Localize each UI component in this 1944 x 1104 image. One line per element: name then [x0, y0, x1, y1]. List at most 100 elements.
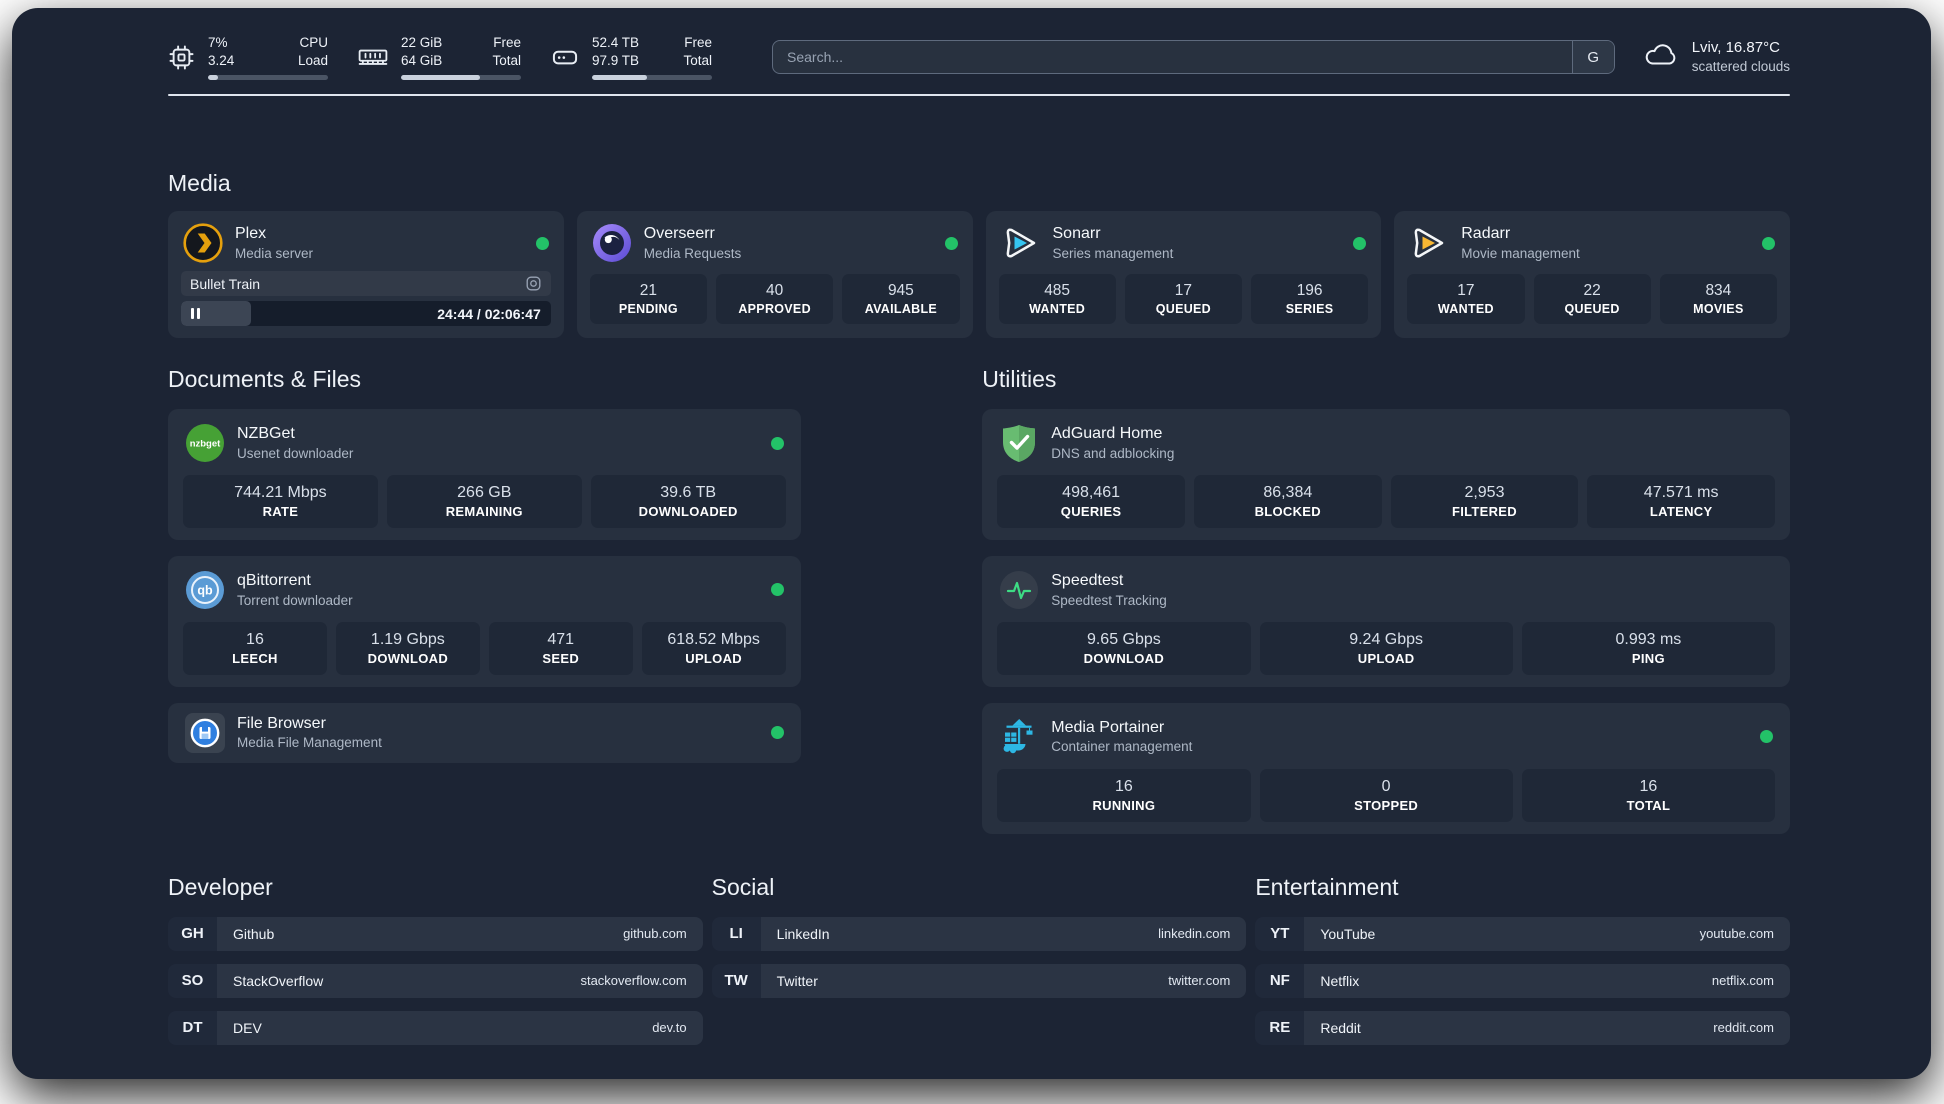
qbittorrent-icon: qb [185, 570, 225, 610]
app-description: Torrent downloader [237, 592, 353, 608]
section-title-entertainment: Entertainment [1255, 873, 1399, 900]
section-title-media: Media [168, 170, 231, 196]
app-card-filebrowser[interactable]: File Browser Media File Management [168, 702, 801, 763]
section-title-developer: Developer [168, 873, 273, 900]
link-tag: YT [1255, 916, 1305, 951]
status-dot [770, 726, 784, 740]
link-name: Github [233, 925, 275, 942]
stat-wanted: 17 WANTED [1407, 274, 1525, 324]
link-reddit[interactable]: RE Reddit reddit.com [1255, 1010, 1790, 1045]
link-url: linkedin.com [1158, 926, 1231, 942]
stat-blocked: 86,384 BLOCKED [1193, 475, 1382, 528]
link-sections: Developer GH Github github.com SO StackO… [168, 874, 1790, 1058]
app-description: Speedtest Tracking [1051, 592, 1167, 608]
portainer-icon [999, 717, 1039, 757]
developer-section: Developer GH Github github.com SO StackO… [168, 874, 703, 1058]
stat-ping: 0.993 ms PING [1521, 621, 1775, 675]
link-youtube[interactable]: YT YouTube youtube.com [1255, 916, 1790, 951]
link-tag: DT [168, 1010, 217, 1045]
entertainment-section: Entertainment YT YouTube youtube.com NF … [1255, 874, 1790, 1058]
stat-upload: 9.24 Gbps UPLOAD [1259, 621, 1513, 675]
session-camera-icon[interactable] [525, 275, 542, 292]
app-card-qbittorrent[interactable]: qb qBittorrent Torrent downloader 16 LEEC… [168, 555, 801, 687]
stat-filtered: 2,953 FILTERED [1390, 475, 1579, 528]
status-dot [1762, 236, 1775, 250]
app-description: Media File Management [237, 735, 382, 751]
search-input[interactable] [773, 41, 1572, 73]
app-description: DNS and adblocking [1051, 445, 1175, 461]
status-dot [1353, 236, 1367, 250]
app-card-nzbget[interactable]: nzbget NZBGet Usenet downloader 744.21 M… [168, 409, 801, 540]
app-description: Media Requests [643, 245, 742, 261]
stat-movies: 834 MOVIES [1659, 274, 1777, 324]
link-url: stackoverflow.com [580, 973, 687, 989]
link-name: Netflix [1320, 972, 1360, 989]
section-title-documents: Documents & Files [168, 366, 362, 392]
stat-leech: 16 LEECH [183, 621, 327, 675]
link-name: Reddit [1320, 1019, 1361, 1036]
app-description: Usenet downloader [237, 445, 354, 461]
link-twitter[interactable]: TW Twitter twitter.com [711, 963, 1247, 998]
stat-running: 16 RUNNING [997, 768, 1251, 822]
svg-text:nzbget: nzbget [190, 439, 221, 450]
stat-rate: 744.21 Mbps RATE [183, 475, 378, 528]
app-card-sonarr[interactable]: Sonarr Series management 485 WANTED 17 QUE… [985, 211, 1382, 338]
app-description: Movie management [1461, 245, 1580, 261]
filebrowser-icon [185, 712, 225, 753]
app-name: Plex [235, 224, 267, 242]
stat-series: 196 SERIES [1251, 274, 1369, 324]
stat-downloaded: 39.6 TB DOWNLOADED [590, 475, 786, 528]
stat-approved: 40 APPROVED [716, 274, 834, 324]
header-divider [168, 94, 1790, 96]
app-card-plex[interactable]: Plex Media server Bullet Train 24:44 / 0… [168, 211, 564, 338]
ram-metric: 22 GiB Free 64 GiB Total [358, 34, 521, 80]
adguard-icon [999, 423, 1039, 463]
stat-stopped: 0 STOPPED [1259, 768, 1513, 822]
stat-seed: 471 SEED [488, 621, 633, 675]
link-name: Twitter [776, 972, 818, 989]
stat-queued: 17 QUEUED [1124, 274, 1242, 324]
dashboard: 7% CPU 3.24 Load 22 GiB Free 64 GiB Tota… [12, 8, 1931, 1079]
app-card-radarr[interactable]: Radarr Movie management 17 WANTED 22 QUEUE… [1394, 211, 1790, 338]
middle-columns: Documents & Files nzbget NZBGet Usenet d… [168, 366, 1790, 834]
link-name: LinkedIn [776, 925, 830, 942]
link-linkedin[interactable]: LI LinkedIn linkedin.com [711, 916, 1247, 951]
disk-free-value: 52.4 TB [592, 35, 640, 51]
link-url: netflix.com [1711, 973, 1774, 989]
pause-icon[interactable] [191, 308, 194, 319]
cloud-icon [1643, 40, 1679, 73]
svg-text:qb: qb [197, 583, 213, 597]
app-card-adguard[interactable]: AdGuard Home DNS and adblocking 498,461 Q… [982, 409, 1790, 540]
app-description: Container management [1051, 739, 1193, 755]
link-tag: LI [711, 916, 761, 951]
link-dev[interactable]: DT DEV dev.to [168, 1010, 703, 1045]
link-url: youtube.com [1699, 926, 1774, 942]
disk-label-top: Free [684, 35, 712, 51]
sonarr-icon [1001, 223, 1041, 263]
stat-available: 945 AVAILABLE [842, 274, 960, 324]
weather-location: Lviv, 16.87°C [1691, 39, 1780, 57]
app-card-portainer[interactable]: Media Portainer Container management 16 R… [982, 702, 1790, 834]
link-url: github.com [623, 926, 687, 942]
app-card-overseerr[interactable]: Overseerr Media Requests 21 PENDING 40 APP… [576, 211, 973, 338]
link-stackoverflow[interactable]: SO StackOverflow stackoverflow.com [168, 963, 703, 998]
screenshot-canvas: 7% CPU 3.24 Load 22 GiB Free 64 GiB Tota… [0, 0, 1944, 1104]
link-url: reddit.com [1713, 1020, 1774, 1036]
status-dot [770, 436, 784, 450]
app-name: AdGuard Home [1051, 424, 1163, 442]
app-name: NZBGet [237, 424, 295, 442]
cpu-usage-value: 7% [208, 35, 228, 51]
cpu-progress-bar [208, 74, 328, 80]
search-engine-button[interactable]: G [1571, 41, 1614, 73]
link-tag: GH [168, 916, 217, 951]
link-netflix[interactable]: NF Netflix netflix.com [1255, 963, 1790, 998]
app-description: Media server [235, 245, 314, 261]
ram-progress-bar [401, 74, 521, 80]
ram-total-value: 64 GiB [401, 53, 443, 68]
cpu-label-bottom: Load [297, 53, 328, 68]
link-name: DEV [233, 1019, 262, 1036]
weather-condition: scattered clouds [1691, 59, 1790, 75]
search-bar: G [772, 40, 1615, 74]
link-github[interactable]: GH Github github.com [168, 916, 703, 951]
app-card-speedtest[interactable]: Speedtest Speedtest Tracking 9.65 Gbps DO… [982, 555, 1790, 687]
